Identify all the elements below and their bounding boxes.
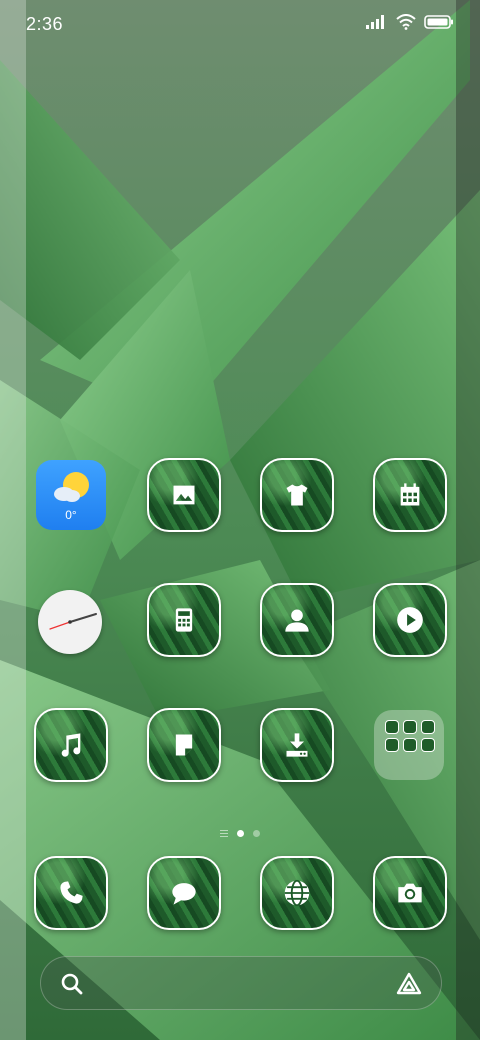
page-dot-active[interactable] <box>237 830 244 837</box>
page-list-icon[interactable] <box>220 830 228 837</box>
app-folder[interactable] <box>374 710 444 780</box>
music-icon <box>61 733 81 757</box>
wifi-icon <box>396 14 416 30</box>
app-notes[interactable] <box>147 708 221 782</box>
contacts-icon <box>285 609 309 632</box>
recorder-icon <box>385 720 399 734</box>
clock-widget[interactable] <box>38 590 102 654</box>
partly-cloudy-icon <box>54 472 89 502</box>
app-music[interactable] <box>34 708 108 782</box>
browser-icon <box>284 879 310 907</box>
app-themes[interactable] <box>260 458 334 532</box>
weather-temperature: 0° <box>65 508 77 522</box>
compass-icon <box>403 738 417 752</box>
app-video-player[interactable] <box>373 583 447 657</box>
dock-phone[interactable] <box>34 856 108 930</box>
status-icons <box>366 14 454 30</box>
page-indicator <box>0 830 480 837</box>
search-bar[interactable] <box>40 956 442 1010</box>
settings-icon <box>385 738 399 752</box>
user-icon <box>421 720 435 734</box>
phone-icon <box>60 881 83 904</box>
status-time: 2:36 <box>26 14 64 34</box>
video-player-icon <box>397 607 423 633</box>
notes-icon <box>175 734 193 756</box>
file-manager-icon <box>421 738 435 752</box>
themes-tshirt-icon <box>286 484 308 506</box>
calendar-icon <box>400 483 420 506</box>
dock-browser[interactable] <box>260 856 334 930</box>
search-icon[interactable] <box>59 971 85 997</box>
dock-camera[interactable] <box>373 856 447 930</box>
app-calculator[interactable] <box>147 583 221 657</box>
app-downloads[interactable] <box>260 708 334 782</box>
gallery-icon <box>173 485 195 505</box>
page-dot[interactable] <box>253 830 260 837</box>
weather-widget[interactable]: 0° <box>36 460 106 530</box>
camera-icon <box>398 883 422 903</box>
video-call-icon <box>403 720 417 734</box>
battery-icon <box>424 15 453 29</box>
analog-clock-icon <box>49 613 97 630</box>
app-contacts[interactable] <box>260 583 334 657</box>
status-bar: 2:36 <box>0 0 480 52</box>
app-calendar[interactable] <box>373 458 447 532</box>
calculator-icon <box>175 608 193 632</box>
messages-icon <box>172 883 196 905</box>
app-gallery[interactable] <box>147 458 221 532</box>
downloads-icon <box>286 733 308 757</box>
signal-icon <box>366 15 384 29</box>
dock-messages[interactable] <box>147 856 221 930</box>
assistant-icon[interactable] <box>395 971 423 997</box>
